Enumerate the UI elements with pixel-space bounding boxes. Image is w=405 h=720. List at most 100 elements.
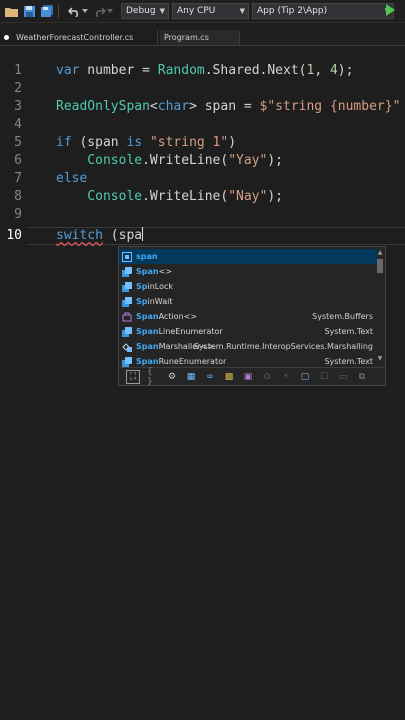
scroll-down-icon[interactable]: ▼: [376, 355, 384, 362]
line-number: 3: [14, 99, 22, 114]
code-line[interactable]: 3 ReadOnlySpan<char> span = $"string {num…: [0, 98, 405, 116]
startup-project-select[interactable]: App (Tip 2\App) ▼: [252, 3, 394, 19]
code-token: (span: [71, 135, 127, 150]
code-token: else: [56, 171, 88, 186]
redo-icon[interactable]: [92, 4, 106, 18]
class-add-icon: [122, 342, 132, 352]
code-token: $"string {number}": [259, 99, 401, 114]
line-number: 8: [14, 189, 22, 204]
code-token: .Shared.Next(: [204, 63, 307, 78]
code-text: Console.WriteLine("Yay");: [56, 152, 283, 170]
code-token: ): [228, 135, 237, 150]
completion-filter-bar: ⛶ { } ⚙ ▦ ∞ ▩ ▣ ⊙ ⚡ ▢ ☐ ▭ ⧉: [119, 367, 385, 387]
scroll-up-icon[interactable]: ▲: [376, 249, 384, 256]
undo-icon[interactable]: [67, 4, 81, 18]
line-number: 6: [14, 153, 22, 168]
completion-item[interactable]: Span<>: [119, 264, 377, 279]
code-token: ReadOnlySpan: [56, 99, 150, 114]
text-caret: [142, 227, 144, 241]
code-line[interactable]: 2: [0, 80, 405, 98]
code-text: if (span is "string 1"): [56, 134, 236, 152]
code-line[interactable]: 7 else: [0, 170, 405, 188]
line-number: 4: [14, 117, 22, 132]
filter-enum-icon[interactable]: ∞: [204, 371, 216, 383]
code-token: ,: [314, 63, 330, 78]
code-token: );: [267, 153, 283, 168]
filter-module-icon[interactable]: ⊙: [261, 371, 273, 383]
code-line[interactable]: 8 Console.WriteLine("Nay");: [0, 188, 405, 206]
completion-item-namespace: System.Text: [324, 357, 373, 366]
completion-scrollbar[interactable]: ▲ ▼: [376, 249, 384, 365]
filter-class-icon[interactable]: ⚙: [166, 371, 178, 383]
completion-item[interactable]: SpanLineEnumerator System.Text: [119, 324, 377, 339]
code-text: switch (spa: [56, 227, 144, 245]
intellisense-popup: ▲ ▼ ⛶ { } ⚙ ▦ ∞ ▩ ▣ ⊙ ⚡ ▢ ☐ ▭ ⧉ span Span<> SpinLock Sp…: [118, 246, 386, 387]
open-folder-icon[interactable]: [4, 4, 18, 18]
code-token: char: [157, 99, 190, 114]
startup-project-select-value: App (Tip 2\App): [257, 6, 328, 16]
struct-icon: [122, 281, 132, 292]
platform-select[interactable]: Any CPU ▼: [172, 3, 249, 19]
line-number: 5: [14, 135, 22, 150]
chevron-down-icon: ▼: [239, 7, 245, 15]
completion-item[interactable]: SpanRuneEnumerator System.Text: [119, 354, 377, 369]
scroll-thumb[interactable]: [377, 259, 383, 273]
code-line[interactable]: 10 switch (spa: [0, 227, 405, 245]
chevron-down-icon: ▼: [159, 7, 165, 15]
filter-event-icon[interactable]: ⚡: [280, 371, 292, 383]
code-line[interactable]: 9: [0, 206, 405, 224]
tab-weatherforecastcontroller[interactable]: WeatherForecastController.cs: [0, 30, 158, 45]
code-line[interactable]: 5 if (span is "string 1"): [0, 134, 405, 152]
filter-struct-icon[interactable]: ▦: [185, 371, 197, 383]
code-text: else: [56, 170, 87, 188]
completion-item-label: SpinWait: [136, 297, 173, 306]
chevron-down-icon[interactable]: [107, 4, 113, 18]
completion-item-label: SpanRuneEnumerator: [136, 357, 227, 366]
completion-item-namespace: System.Runtime.InteropServices.Marshalli…: [193, 342, 373, 351]
filter-extension-icon[interactable]: ⧉: [356, 371, 368, 383]
start-debug-play-icon[interactable]: [386, 4, 395, 16]
filter-expand-icon[interactable]: ⛶: [126, 370, 140, 384]
filter-keyword-icon[interactable]: ☐: [318, 371, 330, 383]
completion-item-label: SpanAction<>: [136, 312, 198, 321]
platform-select-value: Any CPU: [177, 6, 216, 16]
code-token: "Nay": [228, 189, 268, 204]
chevron-down-icon[interactable]: [82, 4, 88, 18]
completion-item[interactable]: span: [119, 249, 377, 264]
code-token: Random: [157, 63, 205, 78]
tab-label: Program.cs: [164, 33, 209, 42]
code-token: Console: [56, 153, 143, 168]
code-line[interactable]: 1 var number = Random.Shared.Next(1, 4);: [0, 62, 405, 80]
code-text: ReadOnlySpan<char> span = $"string {numb…: [56, 98, 400, 116]
code-line[interactable]: 4: [0, 116, 405, 134]
code-token: "string 1": [149, 135, 229, 150]
code-token: number =: [79, 63, 158, 78]
filter-interface-icon[interactable]: ▩: [223, 371, 235, 383]
delegate-icon: [122, 312, 132, 322]
code-token: .WriteLine(: [142, 189, 229, 204]
filter-local-icon[interactable]: ▢: [299, 371, 311, 383]
save-all-icon[interactable]: [40, 4, 54, 18]
line-number: 10: [6, 228, 22, 243]
code-token: (spa: [102, 228, 143, 243]
code-token: "Yay": [228, 153, 268, 168]
code-token: Console: [56, 189, 143, 204]
tab-program[interactable]: Program.cs: [160, 30, 240, 45]
completion-item[interactable]: SpinLock: [119, 279, 377, 294]
completion-item-namespace: System.Buffers: [312, 312, 373, 321]
filter-snippet-icon[interactable]: { }: [147, 367, 159, 387]
completion-item-namespace: System.Text: [324, 327, 373, 336]
filter-namespace-icon[interactable]: ▭: [337, 371, 349, 383]
code-token: );: [337, 63, 354, 78]
filter-delegate-icon[interactable]: ▣: [242, 371, 254, 383]
configuration-select[interactable]: Debug ▼: [121, 3, 169, 19]
completion-item[interactable]: SpanAction<> System.Buffers: [119, 309, 377, 324]
save-icon[interactable]: [22, 4, 36, 18]
code-line[interactable]: 6 Console.WriteLine("Yay");: [0, 152, 405, 170]
code-token: 4: [329, 63, 338, 78]
code-text: var number = Random.Shared.Next(1, 4);: [56, 62, 353, 80]
main-toolbar: Debug ▼ Any CPU ▼ App (Tip 2\App) ▼: [0, 0, 405, 23]
completion-item[interactable]: SpanMarshaller<> System.Runtime.InteropSe…: [119, 339, 377, 354]
completion-item[interactable]: SpinWait: [119, 294, 377, 309]
